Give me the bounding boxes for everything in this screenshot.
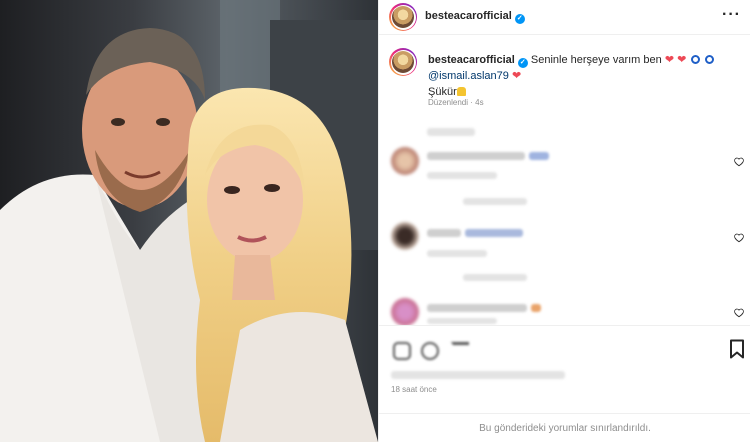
- post-caption: besteacarofficial ✓ Seninle herşeye varım…: [428, 52, 740, 100]
- blurred-emoji: [531, 304, 541, 312]
- blurred-comment-text: [427, 250, 487, 257]
- comment-avatar[interactable]: [391, 222, 419, 250]
- verified-badge-icon: ✓: [514, 14, 525, 24]
- blurred-emoji: [529, 152, 549, 160]
- heart-outline-icon[interactable]: [734, 308, 744, 318]
- author-username[interactable]: besteacarofficial ✓: [425, 10, 525, 24]
- edited-time: 4s: [475, 98, 484, 107]
- blue-eye-emoji-icon: [691, 55, 701, 64]
- caption-meta: Düzenlendi · 4s: [428, 98, 484, 107]
- post-actions: 18 saat önce Bu gönderideki yorumlar sın…: [379, 325, 750, 442]
- blurred-comment-text: [427, 318, 497, 324]
- more-options-icon[interactable]: ···: [722, 6, 741, 24]
- caption-text: Seninle herşeye varım ben: [530, 54, 662, 66]
- blurred-comment-text: [427, 172, 497, 179]
- mention-link[interactable]: @ismail.aslan79: [428, 70, 509, 82]
- comments-restricted-notice: Bu gönderideki yorumlar sınırlandırıldı.: [379, 413, 750, 442]
- blue-eye-emoji-icon: [705, 55, 715, 64]
- blurred-comment-username: [427, 152, 525, 160]
- blurred-comment-username: [427, 229, 461, 237]
- comment-icon[interactable]: [421, 342, 439, 360]
- author-avatar[interactable]: [389, 3, 417, 31]
- blurred-comment-username: [427, 304, 527, 312]
- red-heart-emoji-icon: ❤: [511, 70, 522, 82]
- caption-author-avatar[interactable]: [389, 48, 417, 76]
- praying-hands-emoji-icon: [456, 87, 466, 96]
- heart-outline-icon[interactable]: [734, 157, 744, 167]
- comment-avatar[interactable]: [391, 298, 419, 326]
- bookmark-icon[interactable]: [729, 339, 745, 359]
- blurred-replies-link: [463, 274, 527, 281]
- verified-badge-icon: ✓: [517, 58, 528, 68]
- blurred-replies-link: [463, 198, 527, 205]
- edited-label: Düzenlendi: [428, 98, 469, 107]
- caption-username[interactable]: besteacarofficial: [428, 54, 515, 66]
- like-icon[interactable]: [393, 342, 411, 360]
- blurred-comment-header: [427, 128, 475, 136]
- blurred-emoji: [465, 229, 523, 237]
- photo-illustration: [0, 0, 378, 442]
- header-username-text[interactable]: besteacarofficial: [425, 10, 512, 22]
- red-heart-emoji-icon: ❤: [677, 54, 687, 66]
- post-sidebar: besteacarofficial ✓ ··· besteacarofficial…: [378, 0, 750, 442]
- post-timestamp: 18 saat önce: [391, 385, 437, 394]
- post-photo[interactable]: [0, 0, 378, 442]
- heart-outline-icon[interactable]: [734, 233, 744, 243]
- blurred-likes-count: [391, 371, 565, 379]
- post-header: besteacarofficial ✓ ···: [379, 0, 750, 35]
- red-heart-emoji-icon: ❤: [664, 54, 675, 66]
- comment-avatar[interactable]: [391, 147, 419, 175]
- caption-line-3: Şükür: [428, 86, 457, 98]
- share-icon[interactable]: [451, 342, 469, 360]
